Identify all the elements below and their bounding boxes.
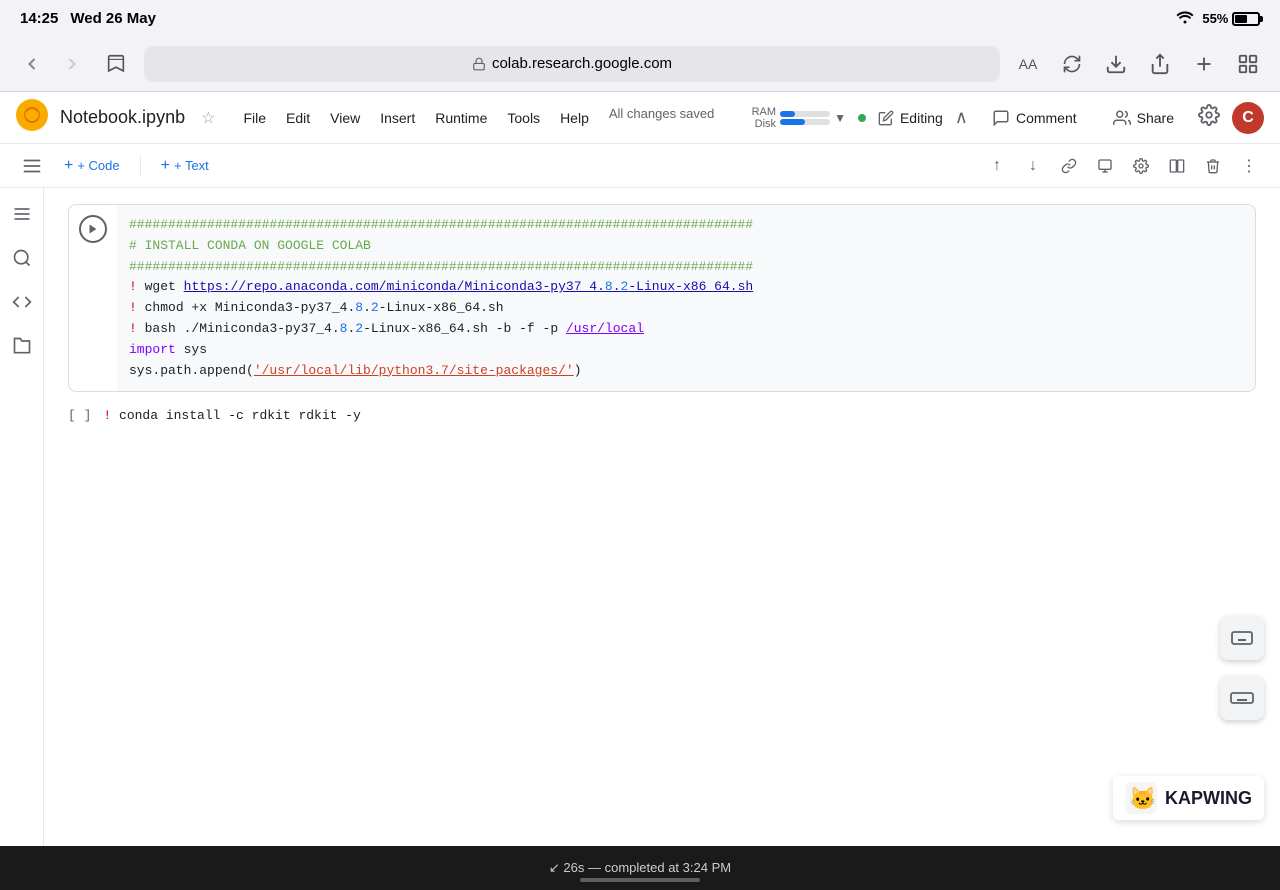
- link-button[interactable]: [1054, 151, 1084, 181]
- colab-logo: [16, 99, 48, 136]
- battery-display: 55%: [1202, 11, 1260, 26]
- browser-chrome: colab.research.google.com AA: [0, 36, 1280, 92]
- code-cell-2: [ ] ! conda install -c rdkit rdkit -y: [68, 408, 1256, 423]
- bottom-bar: ↙ 26s — completed at 3:24 PM: [0, 846, 1280, 890]
- font-size-button[interactable]: AA: [1012, 48, 1044, 80]
- kapwing-logo-icon: 🐱: [1125, 782, 1157, 814]
- app-header: Notebook.ipynb ☆ File Edit View Insert R…: [0, 92, 1280, 144]
- share-header-button[interactable]: Share: [1101, 103, 1186, 133]
- add-text-button[interactable]: + + Text: [153, 153, 217, 179]
- add-code-button[interactable]: + + Code: [56, 153, 128, 179]
- new-tab-button[interactable]: [1188, 48, 1220, 80]
- browser-nav: [16, 48, 88, 80]
- notebook-content: ########################################…: [44, 188, 1280, 890]
- cell-bracket-2: [ ]: [68, 408, 91, 423]
- kapwing-brand-text: KAPWING: [1165, 788, 1252, 809]
- sidebar-item-menu[interactable]: [4, 196, 40, 232]
- menu-bar: File Edit View Insert Runtime Tools Help…: [235, 106, 714, 130]
- ram-disk-widget[interactable]: RAM Disk ▼: [752, 106, 846, 130]
- menu-help[interactable]: Help: [552, 106, 597, 130]
- cell-toolbar-right: ↑ ↓: [982, 151, 1264, 181]
- comment-cell-button[interactable]: [1090, 151, 1120, 181]
- cell-content-2[interactable]: ! conda install -c rdkit rdkit -y: [103, 408, 360, 423]
- back-button[interactable]: [16, 48, 48, 80]
- sidebar: [0, 188, 44, 890]
- menu-insert[interactable]: Insert: [372, 106, 423, 130]
- toolbar-divider: [140, 156, 141, 176]
- kapwing-watermark: 🐱 KAPWING: [1113, 776, 1264, 820]
- notebook-title[interactable]: Notebook.ipynb: [60, 107, 185, 128]
- header-right: RAM Disk ▼ Editing ∧ Commen: [752, 102, 1264, 134]
- execution-status: ↙ 26s — completed at 3:24 PM: [549, 860, 731, 876]
- reload-button[interactable]: [1056, 48, 1088, 80]
- cell-content-1[interactable]: ########################################…: [117, 205, 1255, 391]
- sidebar-item-files[interactable]: [4, 328, 40, 364]
- sidebar-item-code[interactable]: [4, 284, 40, 320]
- svg-text:🐱: 🐱: [1129, 786, 1156, 811]
- user-avatar[interactable]: C: [1232, 102, 1264, 134]
- menu-file[interactable]: File: [235, 106, 274, 130]
- more-options-button[interactable]: ⋮: [1234, 151, 1264, 181]
- menu-view[interactable]: View: [322, 106, 368, 130]
- bookmarks-button[interactable]: [100, 48, 132, 80]
- editing-button[interactable]: Editing: [878, 110, 943, 126]
- mirror-button[interactable]: [1162, 151, 1192, 181]
- connected-indicator: [858, 114, 866, 122]
- sidebar-toggle[interactable]: [16, 150, 48, 182]
- sidebar-item-search[interactable]: [4, 240, 40, 276]
- url-text: colab.research.google.com: [492, 55, 672, 72]
- code-cell-1: ########################################…: [68, 204, 1256, 392]
- status-date: Wed 26 May: [70, 10, 156, 27]
- move-down-button[interactable]: ↓: [1018, 151, 1048, 181]
- status-bar: 14:25 Wed 26 May 55%: [0, 0, 1280, 36]
- comment-button[interactable]: Comment: [980, 103, 1089, 133]
- share-button[interactable]: [1144, 48, 1176, 80]
- status-bar-right: 55%: [1176, 10, 1260, 27]
- status-time: 14:25: [20, 10, 58, 27]
- toolbar-row: + + Code + + Text ↑ ↓: [0, 144, 1280, 188]
- run-button-1[interactable]: [79, 215, 107, 243]
- move-up-button[interactable]: ↑: [982, 151, 1012, 181]
- cell-gutter-1: [69, 205, 117, 391]
- settings-cell-button[interactable]: [1126, 151, 1156, 181]
- wifi-icon: [1176, 10, 1194, 27]
- save-status: All changes saved: [609, 106, 715, 130]
- forward-button[interactable]: [56, 48, 88, 80]
- keyboard-float-buttons: [1220, 616, 1264, 720]
- keyboard-toggle-button[interactable]: [1220, 616, 1264, 660]
- home-indicator[interactable]: [580, 878, 700, 882]
- ram-disk-expand[interactable]: ▼: [834, 111, 846, 125]
- url-bar[interactable]: colab.research.google.com: [144, 46, 1000, 82]
- main-layout: ########################################…: [0, 188, 1280, 890]
- settings-button[interactable]: [1198, 104, 1220, 132]
- download-button[interactable]: [1100, 48, 1132, 80]
- menu-edit[interactable]: Edit: [278, 106, 318, 130]
- collapse-button[interactable]: ∧: [955, 107, 968, 128]
- status-bar-left: 14:25 Wed 26 May: [20, 10, 156, 27]
- star-icon[interactable]: ☆: [201, 108, 215, 128]
- browser-actions: AA: [1012, 48, 1264, 80]
- delete-cell-button[interactable]: [1198, 151, 1228, 181]
- menu-tools[interactable]: Tools: [499, 106, 548, 130]
- keyboard-compact-button[interactable]: [1220, 676, 1264, 720]
- menu-runtime[interactable]: Runtime: [427, 106, 495, 130]
- tabs-button[interactable]: [1232, 48, 1264, 80]
